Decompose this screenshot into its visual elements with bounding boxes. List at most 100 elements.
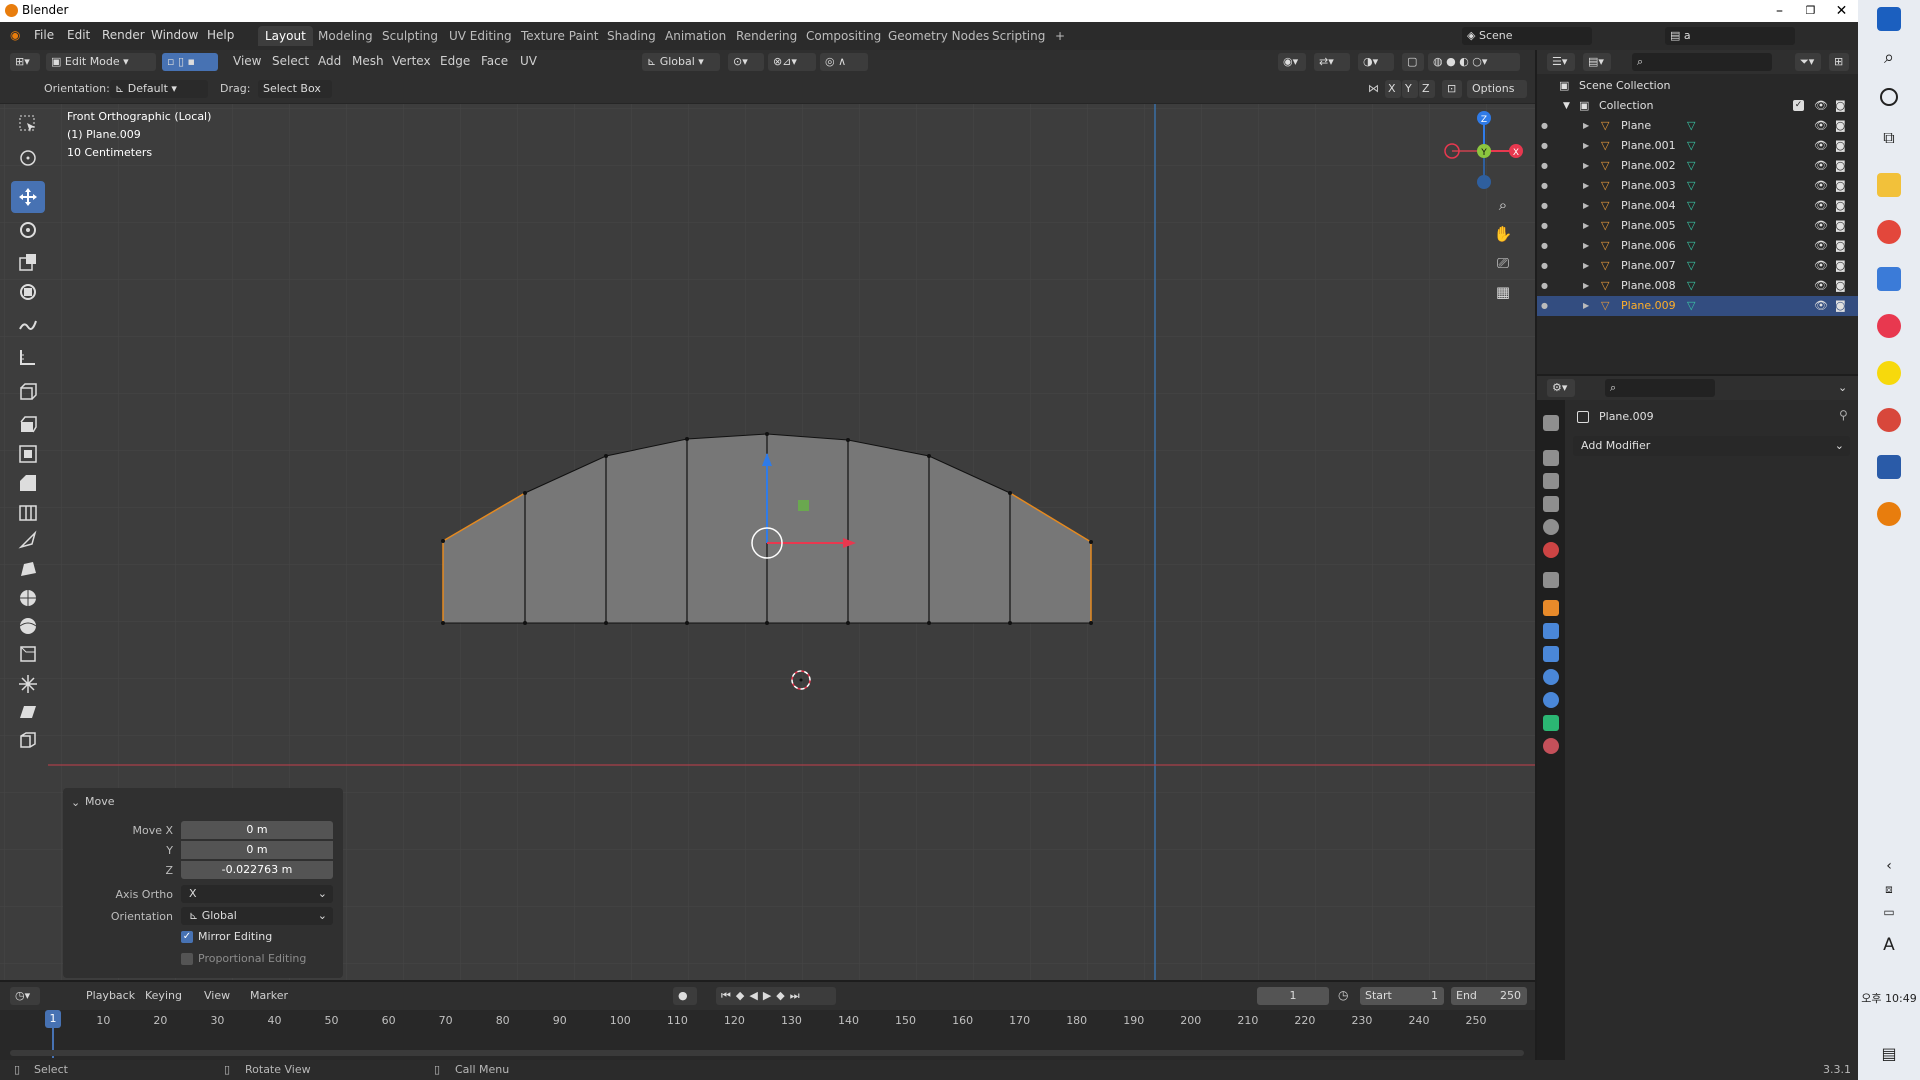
cursor-tool[interactable] xyxy=(11,142,45,174)
word-icon[interactable] xyxy=(1877,455,1901,479)
menu-keying[interactable]: Keying xyxy=(145,989,182,1002)
outliner-object-row[interactable]: ● ▶ ▽ Plane.001 ▽ 👁 ◙ xyxy=(1537,136,1858,156)
data-tab-icon[interactable] xyxy=(1543,715,1559,731)
eye-icon[interactable]: 👁 xyxy=(1814,96,1828,116)
poly-build-tool[interactable] xyxy=(11,553,45,585)
pivot-point-button[interactable]: ⊙▾ xyxy=(728,53,764,71)
outliner-object-name[interactable]: Plane.008 xyxy=(1621,276,1676,296)
menu-add[interactable]: Add xyxy=(318,54,341,68)
eye-icon[interactable]: 👁 xyxy=(1814,176,1828,196)
notification-icon[interactable]: ▤ xyxy=(1877,1044,1901,1068)
camera-render-icon[interactable]: ◙ xyxy=(1835,276,1846,296)
proportional-editing-checkbox[interactable] xyxy=(181,953,193,965)
camera-render-icon[interactable]: ◙ xyxy=(1835,96,1846,116)
physics-tab-icon[interactable] xyxy=(1543,669,1559,685)
tab-rendering[interactable]: Rendering xyxy=(729,26,804,46)
collection-row[interactable]: ▼ ▣ Collection ✓ 👁 ◙ xyxy=(1537,96,1858,116)
outliner-object-row[interactable]: ● ▶ ▽ Plane.009 ▽ 👁 ◙ xyxy=(1537,296,1858,316)
select-mode-group[interactable]: ▫ ▯ ▪ xyxy=(162,53,218,71)
material-tab-icon[interactable] xyxy=(1543,738,1559,754)
edit-mode-dot-icon[interactable]: ● xyxy=(1541,296,1548,316)
add-workspace-button[interactable]: + xyxy=(1048,26,1072,46)
menu-playback[interactable]: Playback xyxy=(86,989,135,1002)
tab-compositing[interactable]: Compositing xyxy=(799,26,888,46)
menu-vertex[interactable]: Vertex xyxy=(392,54,431,68)
camera-render-icon[interactable]: ◙ xyxy=(1835,296,1846,316)
edge-slide-tool[interactable] xyxy=(11,638,45,670)
tab-modeling[interactable]: Modeling xyxy=(311,26,380,46)
new-collection-icon[interactable]: ⊞ xyxy=(1829,53,1849,71)
tab-layout[interactable]: Layout xyxy=(258,26,313,46)
eye-icon[interactable]: 👁 xyxy=(1814,276,1828,296)
edit-mode-dot-icon[interactable]: ● xyxy=(1541,116,1548,136)
eye-icon[interactable]: 👁 xyxy=(1814,256,1828,276)
object-tab-icon[interactable] xyxy=(1543,600,1559,616)
constraints-tab-icon[interactable] xyxy=(1543,692,1559,708)
outliner-object-name[interactable]: Plane.001 xyxy=(1621,136,1676,156)
transform-tool[interactable] xyxy=(11,276,45,308)
camera-render-icon[interactable]: ◙ xyxy=(1835,256,1846,276)
menu-window[interactable]: Window xyxy=(151,28,198,42)
playhead-marker[interactable]: 1 xyxy=(45,1010,61,1028)
eye-icon[interactable]: 👁 xyxy=(1814,196,1828,216)
editor-type-button[interactable]: ⊞▾ xyxy=(10,53,40,71)
exclude-checkbox[interactable]: ✓ xyxy=(1793,100,1804,111)
tool-tab-icon[interactable] xyxy=(1543,415,1559,431)
tray-network-icon[interactable]: ⧈ xyxy=(1877,882,1901,906)
collapse-chevron-icon[interactable]: ⌄ xyxy=(71,796,80,809)
menu-file[interactable]: File xyxy=(34,28,54,42)
expand-chevron-icon[interactable]: ▶ xyxy=(1583,236,1589,256)
clock[interactable]: 오후 10:49 xyxy=(1858,990,1920,1006)
outliner-object-name[interactable]: Plane.002 xyxy=(1621,156,1676,176)
xray-toggle-button[interactable]: ▢ xyxy=(1402,53,1424,71)
snap-button[interactable]: ⊗⊿▾ xyxy=(768,53,816,71)
tab-texture-paint[interactable]: Texture Paint xyxy=(514,26,605,46)
edit-mode-dot-icon[interactable]: ● xyxy=(1541,276,1548,296)
app-red-icon[interactable] xyxy=(1877,314,1901,338)
menu-help[interactable]: Help xyxy=(207,28,234,42)
outliner-object-row[interactable]: ● ▶ ▽ Plane.007 ▽ 👁 ◙ xyxy=(1537,256,1858,276)
outliner-object-row[interactable]: ● ▶ ▽ Plane.008 ▽ 👁 ◙ xyxy=(1537,276,1858,296)
mirror-y-toggle[interactable]: Y xyxy=(1402,80,1418,98)
eye-icon[interactable]: 👁 xyxy=(1814,156,1828,176)
cortana-icon[interactable] xyxy=(1880,88,1898,106)
visibility-button[interactable]: ◉▾ xyxy=(1278,53,1306,71)
eye-icon[interactable]: 👁 xyxy=(1814,236,1828,256)
kakaotalk-icon[interactable] xyxy=(1877,361,1901,385)
mirror-z-toggle[interactable]: Z xyxy=(1419,80,1435,98)
output-tab-icon[interactable] xyxy=(1543,473,1559,489)
proportional-edit-button[interactable]: ◎ ∧ xyxy=(820,53,868,71)
outliner-object-name[interactable]: Plane.006 xyxy=(1621,236,1676,256)
mirror-x-toggle[interactable]: X xyxy=(1385,80,1401,98)
menu-edit[interactable]: Edit xyxy=(67,28,90,42)
menu-edge[interactable]: Edge xyxy=(440,54,470,68)
current-frame-field[interactable]: 1 xyxy=(1257,987,1329,1005)
expand-chevron-icon[interactable]: ▶ xyxy=(1583,116,1589,136)
tab-animation[interactable]: Animation xyxy=(658,26,733,46)
outliner-object-row[interactable]: ● ▶ ▽ Plane ▽ 👁 ◙ xyxy=(1537,116,1858,136)
expand-chevron-icon[interactable]: ▶ xyxy=(1583,256,1589,276)
eye-icon[interactable]: 👁 xyxy=(1814,136,1828,156)
close-icon[interactable]: ✕ xyxy=(1826,0,1857,22)
scene-tab-icon[interactable] xyxy=(1543,519,1559,535)
filter-icon[interactable]: ⏷▾ xyxy=(1795,53,1821,71)
display-mode-button[interactable]: ▤▾ xyxy=(1583,53,1611,71)
expand-chevron-icon[interactable]: ▶ xyxy=(1583,176,1589,196)
app-pin-icon[interactable] xyxy=(1877,408,1901,432)
outliner-object-name[interactable]: Plane.004 xyxy=(1621,196,1676,216)
ime-indicator[interactable]: A xyxy=(1858,935,1920,955)
knife-tool[interactable] xyxy=(11,524,45,556)
move-x-field[interactable]: 0 m xyxy=(181,821,333,839)
menu-timeline-view[interactable]: View xyxy=(204,989,230,1002)
menu-view[interactable]: View xyxy=(233,54,261,68)
outliner-search-input[interactable]: ⌕ xyxy=(1632,53,1772,71)
outliner-object-row[interactable]: ● ▶ ▽ Plane.002 ▽ 👁 ◙ xyxy=(1537,156,1858,176)
tray-chevron-icon[interactable]: ‹ xyxy=(1877,858,1901,882)
annotate-tool[interactable] xyxy=(11,309,45,341)
outliner-object-name[interactable]: Plane.009 xyxy=(1621,296,1676,316)
camera-render-icon[interactable]: ◙ xyxy=(1835,136,1846,156)
outliner-object-name[interactable]: Plane.005 xyxy=(1621,216,1676,236)
edit-mode-dot-icon[interactable]: ● xyxy=(1541,236,1548,256)
task-view-icon[interactable]: ⧉ xyxy=(1877,128,1901,152)
inset-tool[interactable] xyxy=(11,438,45,470)
